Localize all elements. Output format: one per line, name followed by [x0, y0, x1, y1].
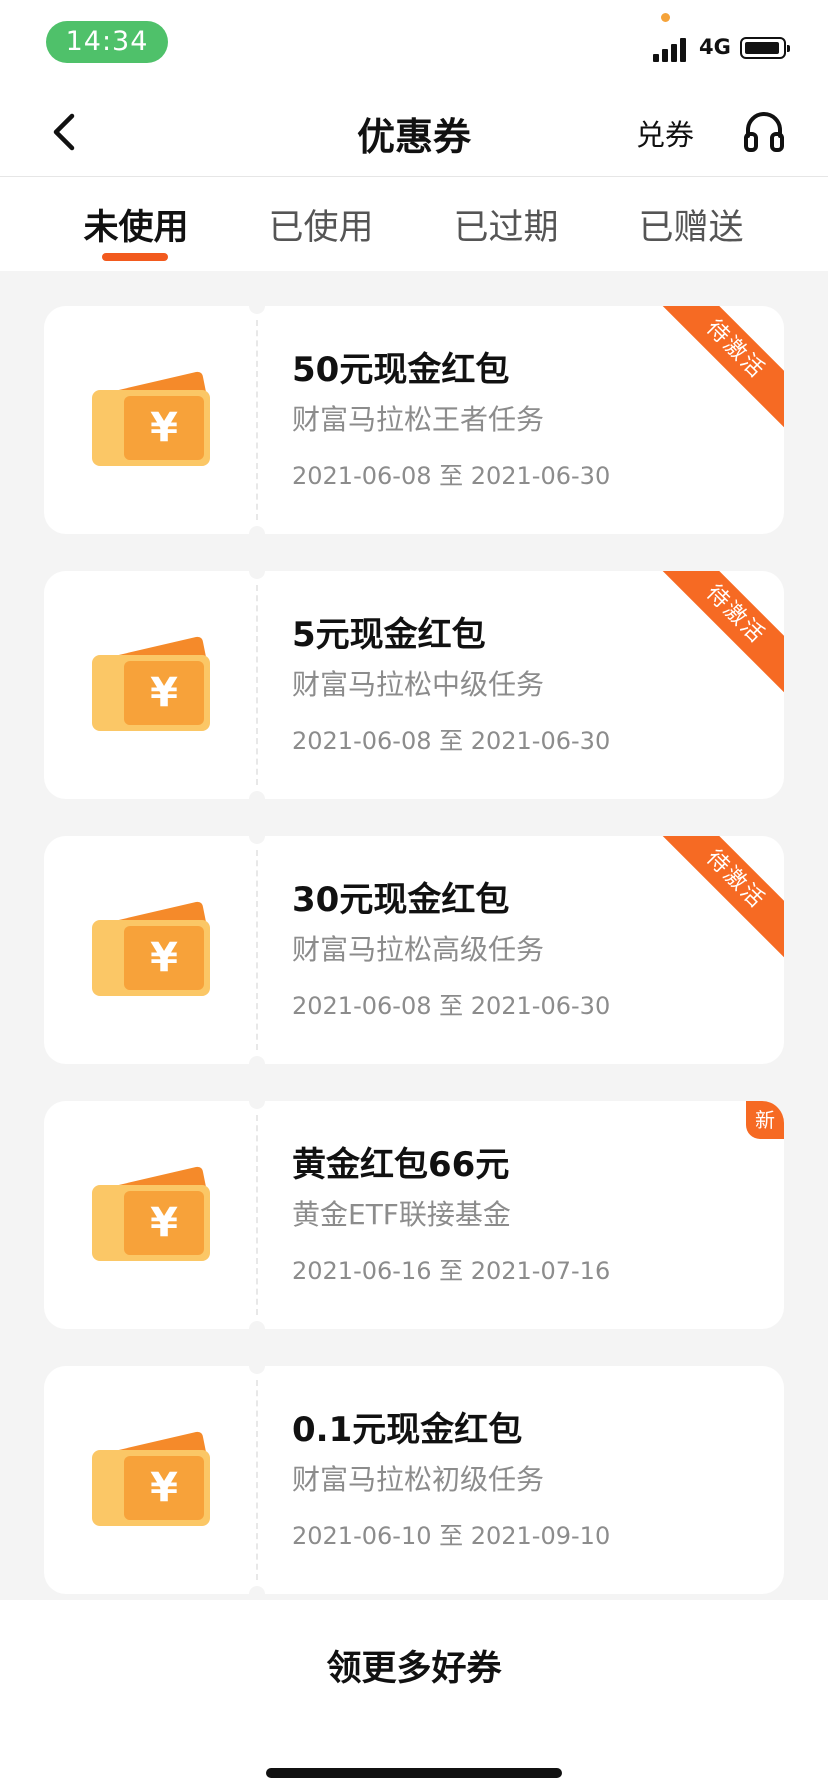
coupon-list: ¥ 50元现金红包 财富马拉松王者任务 2021-06-08 至 2021-06…	[44, 306, 784, 1631]
active-tab-indicator	[102, 253, 168, 261]
pending-activation-ribbon: 待激活	[653, 306, 784, 432]
network-type: 4G	[699, 35, 731, 59]
nav-bar: 优惠券 兑券	[0, 88, 828, 177]
new-badge: 新	[746, 1101, 784, 1139]
coupon-amount: 黄金红包66元	[292, 1145, 510, 1185]
coupon-validity-dates: 2021-06-08 至 2021-06-30	[292, 462, 611, 490]
pending-activation-ribbon: 待激活	[653, 571, 784, 697]
coupon-source: 黄金ETF联接基金	[292, 1198, 511, 1231]
svg-text:¥: ¥	[150, 1200, 178, 1246]
coupon-source: 财富马拉松王者任务	[292, 403, 545, 436]
redeem-coupon-button[interactable]: 兑券	[636, 112, 694, 154]
coupon-validity-dates: 2021-06-10 至 2021-09-10	[292, 1522, 611, 1550]
coupon-validity-dates: 2021-06-08 至 2021-06-30	[292, 992, 611, 1020]
coupon-source: 财富马拉松高级任务	[292, 933, 545, 966]
pending-activation-ribbon: 待激活	[653, 836, 784, 962]
status-time: 14:34	[46, 21, 168, 63]
home-indicator[interactable]	[266, 1768, 562, 1778]
get-more-coupons-button[interactable]: 领更多好券	[0, 1640, 828, 1691]
coupon-amount: 5元现金红包	[292, 615, 486, 655]
tab-unused[interactable]: 未使用	[56, 199, 216, 250]
cellular-signal-icon	[653, 38, 693, 62]
coupon-card[interactable]: ¥ 5元现金红包 财富马拉松中级任务 2021-06-08 至 2021-06-…	[44, 571, 784, 799]
battery-icon	[740, 37, 790, 59]
tab-gifted[interactable]: 已赠送	[611, 199, 771, 250]
coupon-source: 财富马拉松中级任务	[292, 668, 545, 701]
coupon-amount: 0.1元现金红包	[292, 1410, 523, 1450]
coupon-source: 财富马拉松初级任务	[292, 1463, 545, 1496]
svg-text:¥: ¥	[150, 405, 178, 451]
chevron-left-icon[interactable]	[44, 108, 88, 156]
yen-ticket-icon: ¥	[88, 892, 214, 998]
yen-ticket-icon: ¥	[88, 1157, 214, 1263]
page-title: 优惠券	[356, 115, 471, 159]
yen-ticket-icon: ¥	[88, 362, 214, 468]
tab-expired[interactable]: 已过期	[426, 199, 586, 250]
status-bar: 14:34 4G	[0, 0, 828, 88]
tab-used[interactable]: 已使用	[241, 199, 401, 250]
svg-text:¥: ¥	[150, 1465, 178, 1511]
bottom-bar: 领更多好券	[0, 1600, 828, 1792]
svg-text:¥: ¥	[150, 935, 178, 981]
privacy-indicator-dot	[661, 13, 670, 22]
yen-ticket-icon: ¥	[88, 627, 214, 733]
coupon-validity-dates: 2021-06-16 至 2021-07-16	[292, 1257, 611, 1285]
coupon-card[interactable]: ¥ 0.1元现金红包 财富马拉松初级任务 2021-06-10 至 2021-0…	[44, 1366, 784, 1594]
coupon-validity-dates: 2021-06-08 至 2021-06-30	[292, 727, 611, 755]
coupon-card[interactable]: ¥ 黄金红包66元 黄金ETF联接基金 2021-06-16 至 2021-07…	[44, 1101, 784, 1329]
coupon-card[interactable]: ¥ 50元现金红包 财富马拉松王者任务 2021-06-08 至 2021-06…	[44, 306, 784, 534]
coupon-amount: 30元现金红包	[292, 880, 510, 920]
svg-text:¥: ¥	[150, 670, 178, 716]
coupon-amount: 50元现金红包	[292, 350, 510, 390]
coupon-card[interactable]: ¥ 30元现金红包 财富马拉松高级任务 2021-06-08 至 2021-06…	[44, 836, 784, 1064]
yen-ticket-icon: ¥	[88, 1422, 214, 1528]
headset-icon[interactable]	[742, 110, 786, 154]
